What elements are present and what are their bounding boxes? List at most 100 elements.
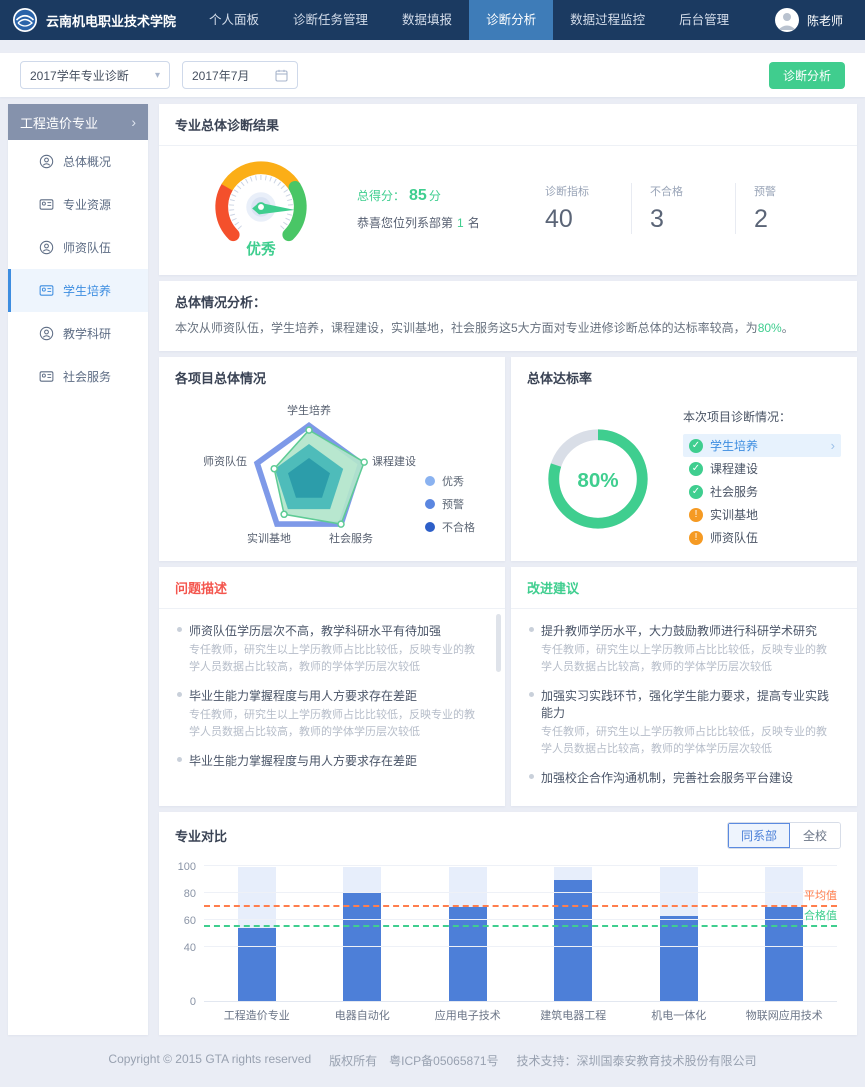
toggle-whole-school[interactable]: 全校: [790, 823, 840, 848]
summary-card: 专业总体诊断结果 优秀: [159, 104, 857, 275]
scrollbar-thumb[interactable]: [496, 614, 501, 672]
gauge-grade-label: 优秀: [246, 240, 276, 258]
sidebar: 工程造价专业 › 总体概况 专业资源 师资队伍 学生培养 教学科研 社会服务: [8, 104, 148, 1035]
score-text: 总得分：85分 恭喜您位列系部第1名: [357, 187, 480, 231]
average-line: 平均值: [204, 905, 837, 907]
bullet-dot: [177, 627, 182, 632]
list-item: 加强实习实践环节，强化学生能力要求，提高专业实践能力 专任教师，研究生以上学历教…: [529, 687, 835, 757]
bar-column: [449, 867, 487, 1001]
user-menu[interactable]: 陈老师: [775, 8, 865, 32]
donut-card: 总体达标率 80% 本次项目诊断情况： ✓学生培养› ✓课程建设› ✓社会服务›…: [511, 357, 857, 561]
svg-text:实训基地: 实训基地: [247, 531, 291, 545]
top-navbar: 云南机电职业技术学院 个人面板 诊断任务管理 数据填报 诊断分析 数据过程监控 …: [0, 0, 865, 40]
legend-item-excellent: 优秀: [425, 473, 475, 489]
user-avatar-icon: [775, 8, 799, 32]
bullet-dot: [529, 627, 534, 632]
diagnosis-item-course-building[interactable]: ✓课程建设›: [683, 457, 841, 480]
bar-column: [765, 867, 803, 1001]
suggestions-list: 提升教师学历水平，大力鼓励教师进行科研学术研究 专任教师，研究生以上学历教师占比…: [511, 609, 857, 806]
nav-item-admin[interactable]: 后台管理: [662, 0, 746, 40]
sidebar-item-label: 专业资源: [63, 196, 111, 213]
status-icon: !: [689, 531, 703, 545]
chevron-right-icon: ›: [131, 114, 136, 130]
sidebar-item-overview[interactable]: 总体概况: [8, 140, 148, 183]
user-circle-icon: [39, 326, 54, 341]
problems-title: 问题描述: [159, 567, 505, 609]
donut-title: 总体达标率: [511, 357, 857, 398]
sidebar-item-social-service[interactable]: 社会服务: [8, 355, 148, 398]
toggle-same-department[interactable]: 同系部: [728, 823, 790, 848]
svg-text:师资队伍: 师资队伍: [203, 454, 247, 468]
filter-bar: 2017学年专业诊断 ▾ 2017年7月 诊断分析: [0, 53, 865, 97]
sidebar-major-header[interactable]: 工程造价专业 ›: [8, 104, 148, 140]
sidebar-item-resources[interactable]: 专业资源: [8, 183, 148, 226]
user-circle-icon: [39, 154, 54, 169]
bar-chart: 0406080100 平均值 合格值: [204, 867, 837, 1002]
gauge-chart: 优秀: [201, 152, 321, 260]
suggestions-title: 改进建议: [511, 567, 857, 609]
diagnosis-item-student-training[interactable]: ✓学生培养›: [683, 434, 841, 457]
status-icon: !: [689, 508, 703, 522]
list-item: 毕业生能力掌握程度与用人方要求存在差距 专任教师，研究生以上学历教师占比比较低，…: [177, 687, 483, 740]
sidebar-item-label: 教学科研: [63, 325, 111, 342]
chevron-right-icon: ›: [831, 438, 835, 453]
diagnosis-item-training-base[interactable]: !实训基地›: [683, 503, 841, 526]
score-label: 总得分：: [357, 189, 405, 203]
status-icon: ✓: [689, 439, 703, 453]
main-panel: 专业总体诊断结果 优秀: [159, 104, 857, 1035]
radar-legend: 优秀 预警 不合格: [425, 473, 475, 535]
footer-support: 技术支持：深圳国泰安教育技术股份有限公司: [517, 1052, 757, 1069]
rank-value: 1: [457, 216, 464, 230]
average-line-label: 平均值: [804, 887, 837, 903]
problems-card: 问题描述 师资队伍学历层次不高，教学科研水平有待加强 专任教师，研究生以上学历教…: [159, 567, 505, 806]
date-picker-value: 2017年7月: [192, 67, 249, 84]
nav-item-diagnosis-analysis[interactable]: 诊断分析: [469, 0, 553, 40]
list-item: 提升教师学历水平，大力鼓励教师进行科研学术研究 专任教师，研究生以上学历教师占比…: [529, 622, 835, 675]
bullet-dot: [529, 774, 534, 779]
nav-item-data-reporting[interactable]: 数据填报: [385, 0, 469, 40]
stat-indicators: 诊断指标 40: [527, 183, 631, 234]
bar-column: [343, 867, 381, 1001]
diagnosis-select[interactable]: 2017学年专业诊断 ▾: [20, 61, 170, 89]
stat-warning: 预警 2: [735, 183, 839, 234]
calendar-icon: [275, 69, 288, 82]
status-icon: ✓: [689, 485, 703, 499]
nav-item-process-monitoring[interactable]: 数据过程监控: [553, 0, 662, 40]
list-item: 师资队伍学历层次不高，教学科研水平有待加强 专任教师，研究生以上学历教师占比比较…: [177, 622, 483, 675]
bar: [449, 907, 487, 1002]
score-gauge: 优秀: [201, 152, 321, 265]
nav-item-task-management[interactable]: 诊断任务管理: [276, 0, 385, 40]
bullet-dot: [177, 692, 182, 697]
stat-failed: 不合格 3: [631, 183, 735, 234]
score-unit: 分: [429, 189, 441, 203]
plot-area: 平均值 合格值: [204, 867, 837, 1002]
footer-copyright: Copyright © 2015 GTA rights reserved: [108, 1052, 311, 1069]
nav-item-personal-dashboard[interactable]: 个人面板: [192, 0, 276, 40]
main-nav: 个人面板 诊断任务管理 数据填报 诊断分析 数据过程监控 后台管理: [192, 0, 746, 40]
score-value: 85: [409, 187, 427, 204]
bar-column: [554, 867, 592, 1001]
sidebar-item-label: 师资队伍: [63, 239, 111, 256]
pass-line-label: 合格值: [804, 907, 837, 923]
diagnosis-item-faculty[interactable]: !师资队伍›: [683, 526, 841, 549]
diagnose-analyze-button[interactable]: 诊断分析: [769, 62, 845, 89]
diagnosis-item-social-service[interactable]: ✓社会服务›: [683, 480, 841, 503]
y-axis: 0406080100: [164, 867, 196, 1002]
sidebar-item-research[interactable]: 教学科研: [8, 312, 148, 355]
suggestions-card: 改进建议 提升教师学历水平，大力鼓励教师进行科研学术研究 专任教师，研究生以上学…: [511, 567, 857, 806]
date-picker[interactable]: 2017年7月: [182, 61, 298, 89]
sidebar-item-student-training[interactable]: 学生培养: [8, 269, 148, 312]
content: 工程造价专业 › 总体概况 专业资源 师资队伍 学生培养 教学科研 社会服务: [0, 97, 865, 1037]
school-name: 云南机电职业技术学院: [46, 11, 176, 30]
legend-item-failed: 不合格: [425, 519, 475, 535]
comparison-title: 专业对比: [175, 826, 227, 845]
donut-chart: 80%: [539, 420, 657, 538]
legend-dot: [425, 522, 435, 532]
user-name: 陈老师: [807, 12, 843, 29]
diagnosis-list: 本次项目诊断情况： ✓学生培养› ✓课程建设› ✓社会服务› !实训基地› !师…: [683, 408, 841, 549]
x-axis-labels: 工程造价专业 电器自动化 应用电子技术 建筑电器工程 机电一体化 物联网应用技术: [204, 1007, 837, 1023]
analysis-highlight: 80%: [758, 321, 782, 335]
user-circle-icon: [39, 240, 54, 255]
sidebar-item-faculty[interactable]: 师资队伍: [8, 226, 148, 269]
legend-dot: [425, 499, 435, 509]
